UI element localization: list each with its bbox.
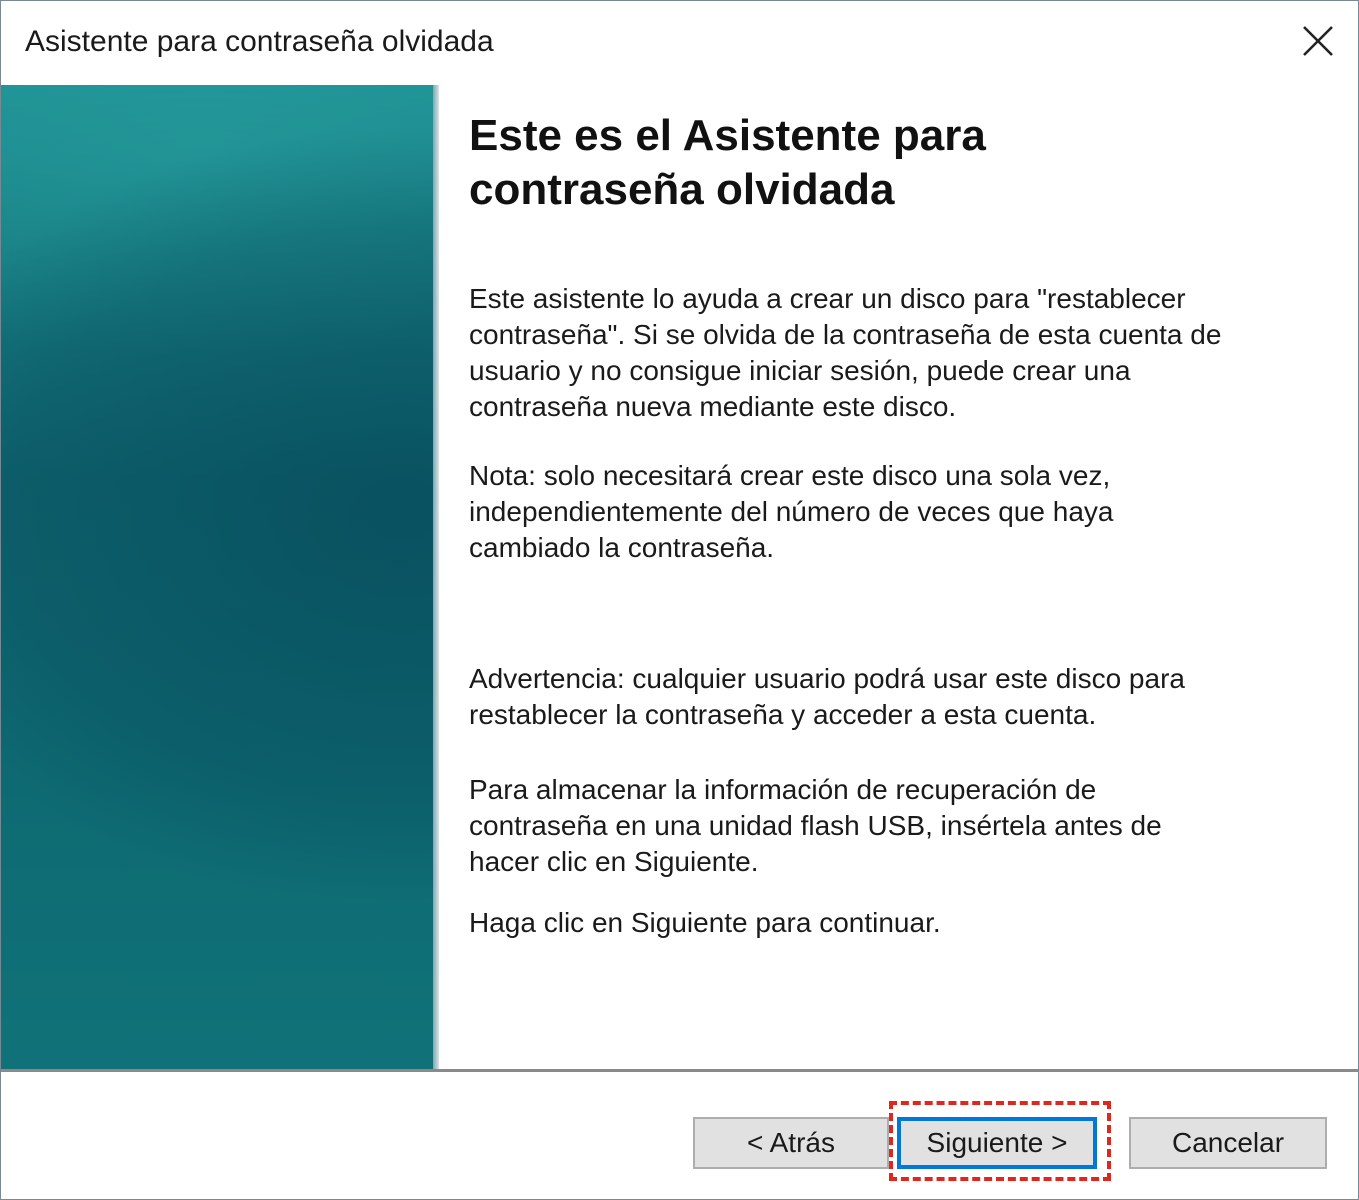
warning-paragraph: Advertencia: cualquier usuario podrá usa…	[469, 663, 1185, 730]
wizard-banner-image	[1, 85, 433, 1069]
cancel-button[interactable]: Cancelar	[1129, 1117, 1327, 1169]
usb-paragraph: Para almacenar la información de recuper…	[469, 774, 1162, 877]
title-bar: Asistente para contraseña olvidada	[1, 1, 1358, 85]
back-button[interactable]: < Atrás	[693, 1117, 889, 1169]
continue-paragraph: Haga clic en Siguiente para continuar.	[469, 907, 941, 938]
close-button[interactable]	[1278, 1, 1358, 81]
page-heading: Este es el Asistente para contraseña olv…	[469, 111, 986, 214]
button-bar: < Atrás Siguiente > Cancelar	[1, 1069, 1358, 1199]
banner-divider	[433, 85, 439, 1069]
window-title: Asistente para contraseña olvidada	[25, 25, 494, 58]
next-button[interactable]: Siguiente >	[897, 1117, 1097, 1169]
intro-paragraph: Este asistente lo ayuda a crear un disco…	[469, 283, 1222, 422]
note-paragraph: Nota: solo necesitará crear este disco u…	[469, 460, 1114, 563]
wizard-content: Este es el Asistente para contraseña olv…	[469, 109, 1329, 938]
close-icon	[1303, 26, 1333, 56]
wizard-window: Asistente para contraseña olvidada Este …	[0, 0, 1359, 1200]
